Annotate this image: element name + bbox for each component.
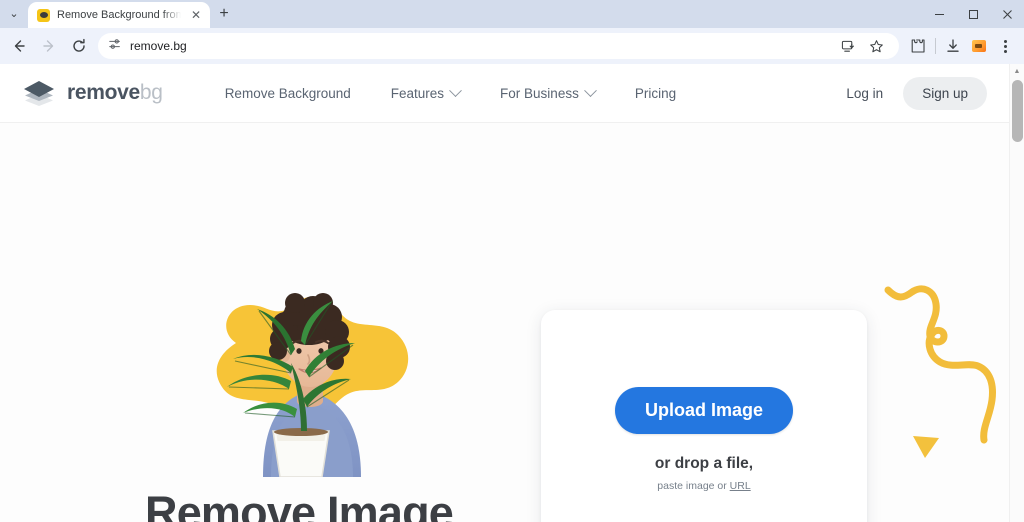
paste-hint-prefix: paste image or	[657, 480, 730, 492]
tune-icon[interactable]	[108, 37, 122, 56]
install-app-icon[interactable]	[835, 33, 861, 59]
back-arrow-icon[interactable]	[4, 31, 34, 61]
site-header: removebg Remove Background Features For …	[0, 64, 1009, 123]
close-window-icon[interactable]	[990, 0, 1024, 28]
url-link[interactable]: URL	[730, 480, 751, 492]
removebg-page: removebg Remove Background Features For …	[0, 64, 1009, 522]
maximize-icon[interactable]	[956, 0, 990, 28]
nav-label: Features	[390, 85, 445, 101]
browser-titlebar: ⌄ Remove Background from Imag ✕ +	[0, 0, 1024, 28]
chrome-menu-icon[interactable]	[992, 33, 1018, 59]
new-tab-button[interactable]: +	[210, 0, 238, 28]
browser-toolbar: remove.bg	[0, 28, 1024, 64]
site-nav: Remove Background Features For Business …	[205, 83, 696, 101]
bookmark-star-icon[interactable]	[863, 33, 889, 59]
nav-item-remove-background[interactable]: Remove Background	[205, 86, 371, 101]
downloads-icon[interactable]	[940, 33, 966, 59]
removebg-favicon	[37, 8, 50, 22]
extension-orange-icon[interactable]	[966, 33, 992, 59]
chevron-down-icon	[449, 83, 462, 97]
yellow-triangle-decoration	[911, 434, 941, 460]
nav-item-for-business[interactable]: For Business	[480, 83, 615, 101]
address-bar[interactable]: remove.bg	[98, 33, 899, 59]
brand-wordmark: removebg	[67, 81, 163, 105]
paste-hint: paste image or URL	[657, 480, 750, 492]
hero-left-column: Remove Image Background 100% Automatical…	[0, 123, 530, 522]
extensions-puzzle-icon[interactable]	[905, 33, 931, 59]
nav-label: Pricing	[634, 85, 677, 101]
tab-title: Remove Background from Imag	[57, 9, 181, 21]
browser-window: ⌄ Remove Background from Imag ✕ +	[0, 0, 1024, 522]
upload-card[interactable]: Upload Image or drop a file, paste image…	[541, 310, 867, 522]
nav-item-features[interactable]: Features	[371, 83, 480, 101]
close-icon[interactable]: ✕	[188, 7, 204, 23]
hero-section: Remove Image Background 100% Automatical…	[0, 123, 1009, 522]
layers-logo-icon	[22, 79, 56, 107]
browser-tab[interactable]: Remove Background from Imag ✕	[28, 2, 210, 28]
log-in-link[interactable]: Log in	[832, 80, 897, 107]
scroll-up-arrow-icon[interactable]: ▲	[1010, 64, 1024, 78]
headline-line-1: Remove Image	[145, 487, 454, 522]
nav-label: Remove Background	[224, 85, 351, 101]
toolbar-divider	[935, 38, 936, 54]
nav-label: For Business	[500, 85, 579, 101]
drop-file-text: or drop a file,	[654, 455, 754, 472]
tab-search-button[interactable]: ⌄	[0, 0, 28, 28]
man-holding-plant-photo	[175, 275, 443, 477]
page-title: Remove Image Background	[145, 487, 454, 522]
brand-name-bold: remove	[67, 81, 140, 104]
scrollbar-thumb[interactable]	[1012, 80, 1023, 142]
window-controls	[922, 0, 1024, 28]
minimize-icon[interactable]	[922, 0, 956, 28]
account-actions: Log in Sign up	[832, 76, 987, 110]
nav-item-pricing[interactable]: Pricing	[615, 86, 696, 101]
brand-logo[interactable]: removebg	[22, 79, 163, 107]
forward-arrow-icon[interactable]	[34, 31, 64, 61]
page-viewport: removebg Remove Background Features For …	[0, 64, 1024, 522]
page-scrollbar[interactable]: ▲	[1009, 64, 1024, 522]
sign-up-button[interactable]: Sign up	[903, 76, 987, 110]
reload-icon[interactable]	[64, 31, 94, 61]
upload-image-button[interactable]: Upload Image	[614, 387, 794, 434]
chevron-down-icon: ⌄	[9, 7, 19, 20]
yellow-squiggle-decoration	[880, 278, 1009, 453]
chevron-down-icon	[583, 83, 597, 97]
brand-name-light: bg	[139, 81, 163, 104]
url-text: remove.bg	[130, 39, 187, 53]
